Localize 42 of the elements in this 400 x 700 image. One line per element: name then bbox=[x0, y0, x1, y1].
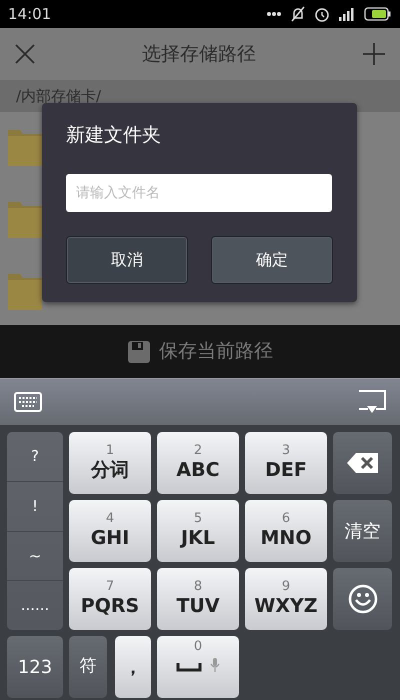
clock-time: 14:01 bbox=[8, 4, 52, 25]
clear-key[interactable]: 清空 bbox=[333, 500, 392, 562]
add-icon[interactable] bbox=[362, 42, 386, 66]
confirm-button[interactable]: 确定 bbox=[211, 236, 333, 284]
more-icon bbox=[266, 11, 282, 17]
backspace-key[interactable] bbox=[333, 432, 392, 494]
alarm-icon bbox=[314, 6, 330, 22]
symbol-key[interactable]: ...... bbox=[7, 581, 63, 630]
save-icon[interactable] bbox=[127, 340, 151, 364]
emoji-key[interactable] bbox=[333, 568, 392, 630]
signal-icon bbox=[338, 7, 356, 21]
hide-keyboard-icon[interactable] bbox=[358, 389, 386, 415]
save-path-label[interactable]: 保存当前路径 bbox=[159, 337, 273, 366]
microphone-icon bbox=[210, 658, 220, 672]
number-key[interactable]: 6 MNO bbox=[245, 500, 327, 562]
space-key[interactable]: 0 bbox=[157, 636, 239, 698]
numbers-key[interactable]: 123 bbox=[7, 636, 63, 698]
comma-key[interactable]: ， bbox=[115, 636, 151, 698]
screen-title: 选择存储路径 bbox=[142, 42, 256, 67]
number-key[interactable]: 8 TUV bbox=[157, 568, 239, 630]
cancel-button[interactable]: 取消 bbox=[66, 236, 188, 284]
input-field[interactable]: 请输入文件名 bbox=[66, 174, 332, 212]
space-bar-icon bbox=[176, 662, 202, 672]
keyboard-icon[interactable] bbox=[14, 391, 42, 413]
muted-bell-icon bbox=[290, 6, 306, 22]
symbol-key[interactable]: ? bbox=[7, 432, 63, 482]
backspace-icon bbox=[346, 451, 380, 475]
symbols-key[interactable]: 符 bbox=[69, 636, 107, 698]
number-key[interactable]: 7 PQRS bbox=[69, 568, 151, 630]
number-key[interactable]: 2 ABC bbox=[157, 432, 239, 494]
battery-icon bbox=[364, 7, 392, 21]
smiley-icon bbox=[348, 584, 378, 614]
number-key[interactable]: 3 DEF bbox=[245, 432, 327, 494]
symbol-key[interactable]: ~ bbox=[7, 532, 63, 582]
number-key[interactable]: 9 WXYZ bbox=[245, 568, 327, 630]
number-key[interactable]: 1 分词 bbox=[69, 432, 151, 494]
symbol-key[interactable]: ! bbox=[7, 482, 63, 532]
dialog-title: 新建文件夹 bbox=[66, 123, 162, 148]
path-label: /内部存储卡/ bbox=[16, 86, 102, 107]
number-key[interactable]: 5 JKL bbox=[157, 500, 239, 562]
number-key[interactable]: 4 GHI bbox=[69, 500, 151, 562]
close-icon[interactable] bbox=[14, 43, 36, 65]
